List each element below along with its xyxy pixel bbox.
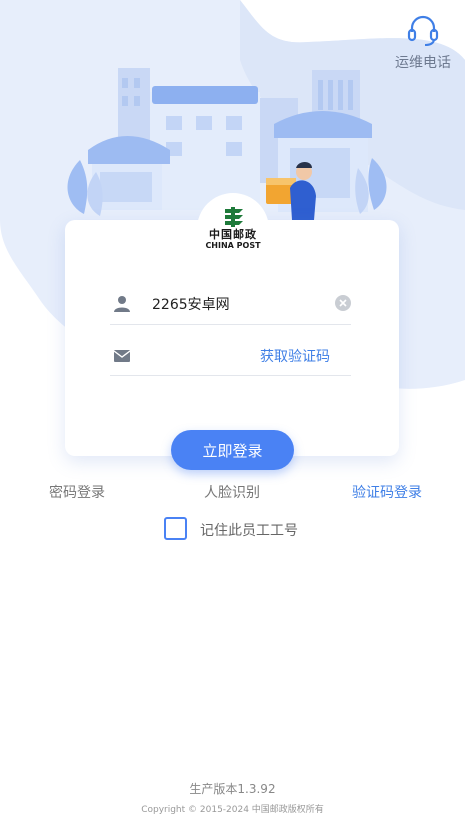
tab-face-recognition[interactable]: 人脸识别 bbox=[204, 482, 260, 502]
china-post-emblem-icon bbox=[225, 207, 243, 227]
get-code-button[interactable]: 获取验证码 bbox=[260, 346, 330, 366]
headset-icon bbox=[407, 15, 439, 46]
user-icon bbox=[114, 296, 130, 312]
clear-input-icon[interactable] bbox=[335, 295, 351, 311]
china-post-logo: 中国邮政 CHINA POST bbox=[201, 206, 265, 250]
remember-label: 记住此员工工号 bbox=[200, 523, 298, 539]
logo-name-cn: 中国邮政 bbox=[209, 228, 257, 241]
support-phone-label: 运维电话 bbox=[395, 55, 451, 71]
app-version: 生产版本1.3.92 bbox=[189, 782, 276, 796]
copyright-notice: Copyright © 2015-2024 中国邮政版权所有 bbox=[141, 805, 324, 815]
tab-code-login[interactable]: 验证码登录 bbox=[352, 482, 422, 502]
mail-icon bbox=[113, 350, 131, 362]
logo-name-en: CHINA POST bbox=[205, 241, 261, 250]
remember-checkbox[interactable] bbox=[164, 517, 187, 540]
username-input[interactable] bbox=[152, 285, 322, 323]
verification-code-field: 获取验证码 bbox=[110, 336, 351, 376]
support-phone-button[interactable]: 运维电话 bbox=[393, 14, 453, 72]
tab-password-login[interactable]: 密码登录 bbox=[49, 482, 105, 502]
username-field bbox=[110, 285, 351, 325]
login-button[interactable]: 立即登录 bbox=[171, 430, 294, 470]
